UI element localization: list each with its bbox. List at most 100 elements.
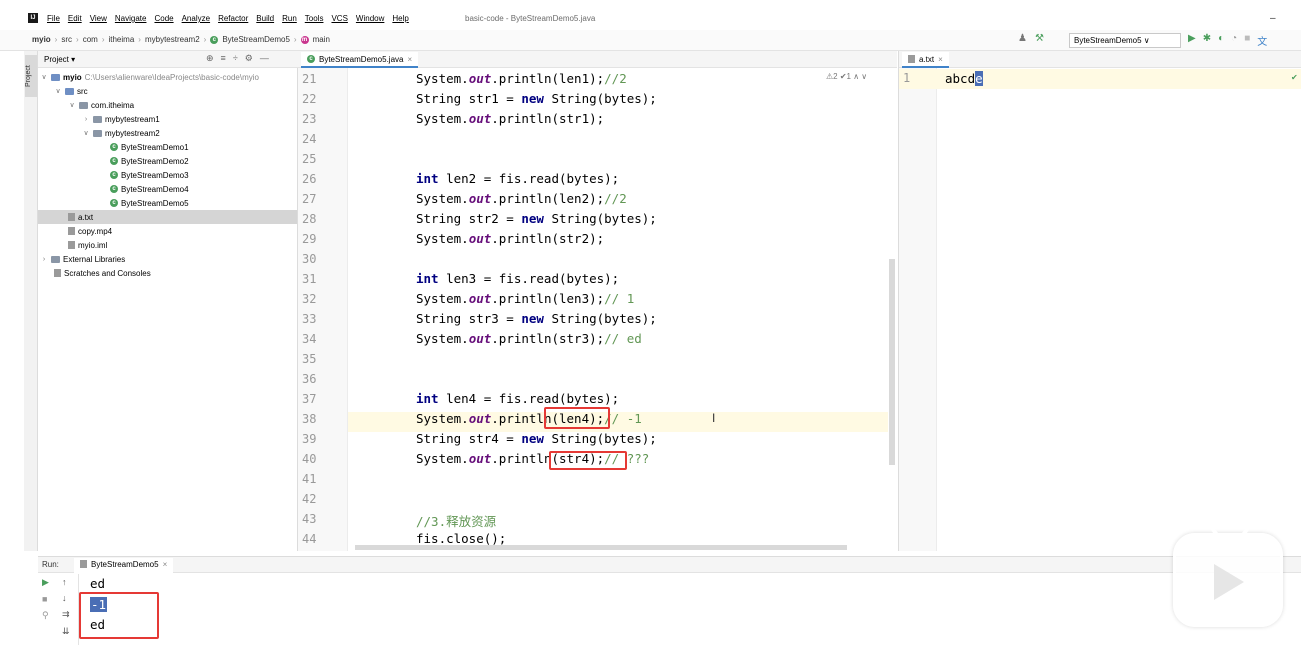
tree-item-package[interactable]: ∨ com.itheima xyxy=(68,98,134,112)
menu-code[interactable]: Code xyxy=(154,14,173,23)
tab-a-txt[interactable]: a.txt × xyxy=(902,52,949,68)
run-icon[interactable]: ▶ xyxy=(1188,33,1196,48)
user-icon[interactable]: ♟ xyxy=(1018,33,1027,44)
menu-refactor[interactable]: Refactor xyxy=(218,14,248,23)
line-number: 21 xyxy=(302,72,317,86)
tree-item-copy-mp4[interactable]: copy.mp4 xyxy=(68,224,112,238)
code-line[interactable]: String str1 = new String(bytes); xyxy=(416,91,657,106)
close-icon[interactable]: × xyxy=(163,560,168,571)
pin-icon[interactable]: ⚲ xyxy=(42,610,56,621)
tree-item-class[interactable]: c ByteStreamDemo1 xyxy=(110,140,189,154)
breadcrumb-method[interactable]: main xyxy=(313,35,330,44)
code-line[interactable]: int len3 = fis.read(bytes); xyxy=(416,271,619,286)
tree-item-class[interactable]: c ByteStreamDemo2 xyxy=(110,154,189,168)
translate-icon[interactable]: 文 xyxy=(1257,33,1267,48)
tab-bytestreamdemo5[interactable]: c ByteStreamDemo5.java × xyxy=(301,52,419,68)
menu-analyze[interactable]: Analyze xyxy=(182,14,210,23)
scroll-up-icon[interactable]: ↑ xyxy=(62,577,76,587)
run-configuration-select[interactable]: ByteStreamDemo5 ∨ xyxy=(1069,33,1181,48)
tree-item-src[interactable]: ∨ src xyxy=(54,84,87,98)
code-line[interactable]: System.out.println(str1); xyxy=(416,111,604,126)
menu-build[interactable]: Build xyxy=(256,14,274,23)
close-icon[interactable]: × xyxy=(407,55,412,64)
tree-item-myio-iml[interactable]: myio.iml xyxy=(68,238,107,252)
code-line[interactable]: String str4 = new String(bytes); xyxy=(416,431,657,446)
app-logo-icon: IJ xyxy=(28,13,38,23)
module-file-icon xyxy=(68,241,75,249)
horizontal-scrollbar[interactable] xyxy=(355,545,847,550)
tree-item-root[interactable]: ∨ myio C:\Users\alienware\IdeaProjects\b… xyxy=(40,70,259,84)
code-line[interactable]: fis.close(); xyxy=(416,531,506,546)
line-number: 29 xyxy=(302,232,317,246)
debug-icon[interactable]: ✱ xyxy=(1203,33,1211,48)
code-line[interactable]: System.out.println(len2);//2 xyxy=(416,191,627,206)
stop-icon[interactable]: ■ xyxy=(42,594,56,604)
code-line[interactable]: //3.释放资源 xyxy=(416,511,496,530)
build-hammer-icon[interactable]: ⚒ xyxy=(1035,33,1044,44)
txt-content[interactable]: abcde xyxy=(945,71,983,86)
breadcrumb-project[interactable]: myio xyxy=(32,35,51,44)
close-icon[interactable]: × xyxy=(938,55,943,64)
minimize-button[interactable]: – xyxy=(1270,13,1276,24)
stop-icon[interactable]: ■ xyxy=(1244,33,1250,48)
expand-all-icon[interactable]: ≡ xyxy=(221,53,226,64)
inspection-widget[interactable]: ⚠2 ✔1 ∧ ∨ xyxy=(826,72,867,81)
scroll-down-icon[interactable]: ↓ xyxy=(62,593,76,603)
code-line[interactable]: System.out.println(len3);// 1 xyxy=(416,291,634,306)
breadcrumb-package[interactable]: mybytestream2 xyxy=(145,35,200,44)
run-toolbar: ▶ ✱ ◐ ◔ ■ 文 xyxy=(1188,33,1267,48)
menu-file[interactable]: File xyxy=(47,14,60,23)
tree-item-mybytestream2[interactable]: ∨ mybytestream2 xyxy=(82,126,159,140)
vertical-scrollbar[interactable] xyxy=(889,259,895,465)
line-number: 24 xyxy=(302,132,317,146)
breadcrumb-class[interactable]: ByteStreamDemo5 xyxy=(222,35,290,44)
tree-item-class[interactable]: c ByteStreamDemo5 xyxy=(110,196,189,210)
class-icon: c xyxy=(210,35,219,44)
locate-icon[interactable]: ⊕ xyxy=(206,53,214,64)
rerun-icon[interactable]: ▶ xyxy=(42,577,56,588)
breadcrumb-src[interactable]: src xyxy=(61,35,72,44)
hide-icon[interactable]: — xyxy=(260,53,269,64)
code-line[interactable]: int len2 = fis.read(bytes); xyxy=(416,171,619,186)
tree-item-a-txt[interactable]: a.txt xyxy=(38,210,297,224)
breadcrumb-itheima[interactable]: itheima xyxy=(108,35,134,44)
soft-wrap-icon[interactable]: ⇉ xyxy=(62,609,76,620)
gear-icon[interactable]: ⚙ xyxy=(245,53,253,64)
menu-run[interactable]: Run xyxy=(282,14,297,23)
project-tool-tab[interactable]: Project xyxy=(25,55,37,97)
breadcrumb-com[interactable]: com xyxy=(83,35,98,44)
menu-window[interactable]: Window xyxy=(356,14,384,23)
tree-item-class[interactable]: c ByteStreamDemo3 xyxy=(110,168,189,182)
menu-view[interactable]: View xyxy=(90,14,107,23)
window-title: basic-code - ByteStreamDemo5.java xyxy=(465,14,596,23)
menu-navigate[interactable]: Navigate xyxy=(115,14,147,23)
txt-editor-tabs: a.txt × xyxy=(899,51,1301,68)
collapse-all-icon[interactable]: ÷ xyxy=(233,53,238,64)
video-play-icon[interactable] xyxy=(1173,518,1283,627)
tree-item-mybytestream1[interactable]: › mybytestream1 xyxy=(82,112,160,126)
run-panel: Run: ByteStreamDemo5 × ▶ ■ ⚲ ↑ ↓ ⇉ ⇊ ed … xyxy=(38,556,1301,645)
code-line[interactable]: String str3 = new String(bytes); xyxy=(416,311,657,326)
line-number: 40 xyxy=(302,452,317,466)
code-line[interactable]: System.out.println(len1);//2 xyxy=(416,71,627,86)
menu-tools[interactable]: Tools xyxy=(305,14,324,23)
tree-item-external-libraries[interactable]: › External Libraries xyxy=(40,252,125,266)
scroll-end-icon[interactable]: ⇊ xyxy=(62,626,76,637)
code-line[interactable]: String str2 = new String(bytes); xyxy=(416,211,657,226)
tree-item-class[interactable]: c ByteStreamDemo4 xyxy=(110,182,189,196)
class-icon: c xyxy=(307,55,315,63)
line-number: 33 xyxy=(302,312,317,326)
menu-help[interactable]: Help xyxy=(392,14,408,23)
run-tab-bytestreamdemo5[interactable]: ByteStreamDemo5 × xyxy=(74,558,174,573)
project-view-select[interactable]: Project ▾ xyxy=(44,55,75,64)
coverage-icon[interactable]: ◐ xyxy=(1218,33,1224,48)
code-line[interactable]: System.out.println(str3);// ed xyxy=(416,331,642,346)
tree-item-scratches[interactable]: Scratches and Consoles xyxy=(54,266,151,280)
code-line[interactable]: int len4 = fis.read(bytes); xyxy=(416,391,619,406)
menu-vcs[interactable]: VCS xyxy=(331,14,347,23)
menu-edit[interactable]: Edit xyxy=(68,14,82,23)
profile-icon[interactable]: ◔ xyxy=(1231,33,1237,48)
menu-bar: IJ File Edit View Navigate Code Analyze … xyxy=(0,0,1301,30)
code-line[interactable]: System.out.println(str2); xyxy=(416,231,604,246)
scratch-icon xyxy=(54,269,61,277)
